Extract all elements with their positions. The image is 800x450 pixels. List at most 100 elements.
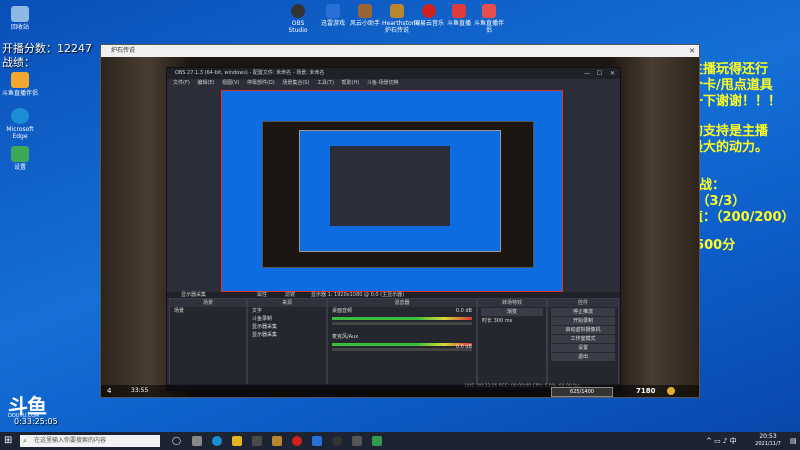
xunlei-icon — [326, 4, 340, 18]
game-hud: 4 33:55 625/1400 7180 — [101, 385, 699, 397]
top-icon-douyu-assistant[interactable]: 斗鱼直播伴侣 — [474, 4, 504, 34]
taskview-icon[interactable] — [192, 436, 202, 446]
obs-tab-filters[interactable]: 滤镜 — [285, 291, 295, 298]
obs-mixer-meter — [332, 317, 472, 320]
settings-button[interactable]: 设置 — [551, 344, 615, 352]
obs-display-select[interactable]: 显示器 1: 1920x1080 @ 0,0 (主显示器) — [311, 291, 404, 298]
obs-preview[interactable] — [221, 90, 563, 292]
top-icon-netease-music[interactable]: 网易云音乐 — [414, 4, 444, 27]
start-recording-button[interactable]: 开始录制 — [551, 317, 615, 325]
top-icon-helper[interactable]: 风云小助手 — [350, 4, 380, 27]
game-window-titlebar[interactable]: 炉石传说 ✕ — [101, 45, 699, 57]
stop-stream-button[interactable]: 停止推流 — [551, 308, 615, 316]
studio-mode-button[interactable]: 工作室模式 — [551, 335, 615, 343]
preview-nested-obs — [330, 146, 450, 226]
obs-menu-scene-collection[interactable]: 场景集合(S) — [282, 80, 309, 86]
desktop-icon-douyu-assistant[interactable]: 斗鱼直播伴侣 — [0, 72, 40, 97]
douyu-assistant-top-icon — [482, 4, 496, 18]
obs-menu-view[interactable]: 视图(V) — [222, 80, 239, 86]
virtual-camera-button[interactable]: 启动虚拟摄像机 — [551, 326, 615, 334]
obs-menu-douyu[interactable]: 斗鱼-场景切换 — [367, 80, 399, 86]
gold-coin-icon — [667, 387, 675, 395]
app-taskbar-icon[interactable] — [352, 436, 362, 446]
obs-minimize-icon[interactable]: — — [584, 68, 590, 79]
wechat-taskbar-icon[interactable] — [372, 436, 382, 446]
top-icon-xunlei[interactable]: 迅雷游戏 — [318, 4, 348, 27]
douyu-icon — [452, 4, 466, 18]
top-icon-douyu[interactable]: 斗鱼直播 — [444, 4, 474, 27]
douyu-assistant-icon — [11, 72, 29, 88]
hearthstone-taskbar-icon[interactable] — [272, 436, 282, 446]
record-label: 战绩： — [2, 56, 35, 69]
start-icon[interactable]: ⊞ — [4, 435, 12, 447]
obs-scenes-panel: 场景 场景 — [169, 298, 247, 386]
preview-nested-text — [506, 99, 556, 199]
obs-scenes-header: 场景 — [170, 299, 246, 307]
preview-nested-window — [262, 121, 534, 268]
obs-menu-edit[interactable]: 编辑(E) — [197, 80, 214, 86]
obs-tab-properties[interactable]: 属性 — [257, 291, 267, 298]
obs-icon — [291, 4, 305, 18]
game-window-close-icon[interactable]: ✕ — [689, 45, 695, 57]
obs-transition-header: 转场特效 — [478, 299, 546, 307]
obs-menu-tools[interactable]: 工具(T) — [317, 80, 334, 86]
obs-controls-panel: 控件 停止推流 开始录制 启动虚拟摄像机 工作室模式 设置 退出 — [547, 298, 619, 386]
douyu-url: DOUYU.COM — [8, 413, 40, 419]
desktop-icon-edge[interactable]: Microsoft Edge — [0, 108, 40, 140]
hud-time: 33:55 — [131, 387, 149, 394]
store-icon[interactable] — [252, 436, 262, 446]
obs-transition-select[interactable]: 渐变 — [481, 308, 543, 316]
hearthstone-icon — [390, 4, 404, 18]
desktop-icon-settings[interactable]: 设置 — [0, 146, 40, 171]
obs-source-item[interactable]: 斗鱼录制 — [248, 315, 326, 323]
douyu-taskbar-icon[interactable] — [312, 436, 322, 446]
game-window-title: 炉石传说 — [111, 47, 136, 54]
top-icon-obs[interactable]: OBS Studio — [283, 4, 313, 34]
obs-source-item[interactable]: 文字 — [248, 307, 326, 315]
edge-icon — [11, 108, 29, 124]
obs-source-item[interactable]: 显示器采集 — [248, 323, 326, 331]
preview-nested-desktop — [299, 130, 501, 252]
obs-source-item[interactable]: 显示器采集 — [248, 331, 326, 339]
notification-icon[interactable]: ▤ — [790, 435, 797, 447]
obs-menu-help[interactable]: 帮助(H) — [342, 80, 360, 86]
obs-sources-panel: 来源 文字 斗鱼录制 显示器采集 显示器采集 — [247, 298, 327, 386]
hud-hp-bar: 625/1400 — [551, 387, 613, 397]
task-view-icon[interactable]: ◯ — [172, 435, 181, 447]
obs-duration-label: 时长 — [482, 318, 493, 324]
exit-button[interactable]: 退出 — [551, 353, 615, 361]
netease-music-icon — [422, 4, 436, 18]
top-icon-hearthstone[interactable]: Hearthstone 炉石传说 — [382, 4, 419, 34]
obs-mixer-panel: 混音器 桌面音频 0.0 dB 麦克风/Aux 0.0 dB — [327, 298, 477, 386]
tray-icons[interactable]: ^ ▭ ♪ 中 — [706, 435, 737, 447]
game-window[interactable]: 炉石传说 ✕ OBS 27.1.3 (64-bit, windows) - 配置… — [100, 44, 700, 398]
obs-maximize-icon[interactable]: ☐ — [597, 68, 602, 79]
obs-sources-header: 来源 — [248, 299, 326, 307]
obs-close-icon[interactable]: ✕ — [610, 68, 615, 79]
obs-taskbar-icon[interactable] — [332, 436, 342, 446]
obs-mixer-slider[interactable] — [332, 322, 472, 325]
taskbar: ⊞ ⌕ 在这里输入你要搜索的内容 ◯ ^ ▭ ♪ 中 20:53 2021/11… — [0, 432, 800, 450]
taskbar-date[interactable]: 2021/11/7 — [746, 441, 790, 448]
game-board[interactable]: OBS 27.1.3 (64-bit, windows) - 配置文件: 未命名… — [101, 57, 699, 397]
obs-mixer-track-db: 0.0 dB — [455, 344, 472, 350]
recycle-bin-icon — [11, 6, 29, 22]
obs-scene-item[interactable]: 场景 — [170, 307, 246, 315]
taskbar-time[interactable]: 20:53 — [752, 433, 784, 440]
obs-menubar: 文件(F) 编辑(E) 视图(V) 停靠部件(D) 场景集合(S) 工具(T) … — [167, 79, 620, 88]
edge-taskbar-icon[interactable] — [212, 436, 222, 446]
obs-mixer-track-db: 0.0 dB — [455, 308, 472, 314]
explorer-icon[interactable] — [232, 436, 242, 446]
obs-mixer-header: 混音器 — [328, 299, 476, 307]
obs-menu-file[interactable]: 文件(F) — [173, 80, 190, 86]
obs-titlebar[interactable]: OBS 27.1.3 (64-bit, windows) - 配置文件: 未命名… — [167, 68, 620, 79]
hud-hp: 625/1400 — [570, 389, 594, 395]
obs-transition-panel: 转场特效 渐变 时长 300 ms — [477, 298, 547, 386]
obs-window[interactable]: OBS 27.1.3 (64-bit, windows) - 配置文件: 未命名… — [166, 67, 621, 391]
helper-icon — [358, 4, 372, 18]
obs-duration-input[interactable]: 300 ms — [494, 318, 513, 324]
netease-taskbar-icon[interactable] — [292, 436, 302, 446]
taskbar-search-input[interactable]: ⌕ 在这里输入你要搜索的内容 — [20, 435, 160, 447]
desktop-icon-recycle-bin[interactable]: 回收站 — [0, 6, 40, 31]
obs-menu-docks[interactable]: 停靠部件(D) — [247, 80, 275, 86]
